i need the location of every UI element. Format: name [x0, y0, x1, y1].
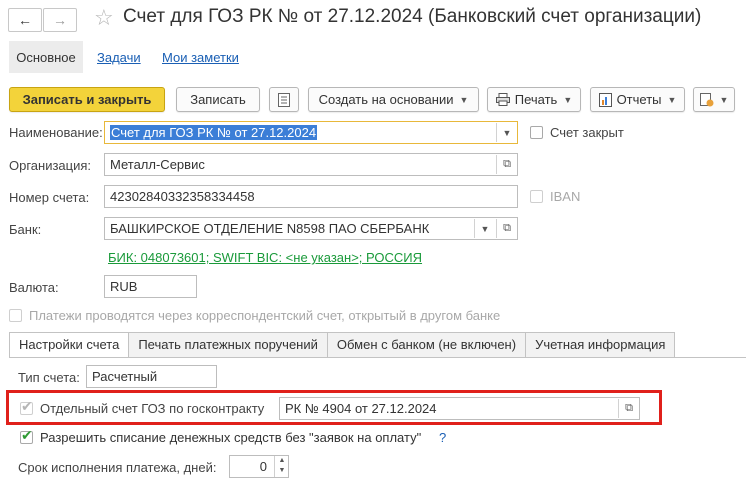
account-type-input[interactable]: Расчетный [86, 365, 217, 388]
account-type-value: Расчетный [92, 369, 158, 384]
name-input[interactable]: Счет для ГОЗ РК № от 27.12.2024 [104, 121, 518, 144]
org-label: Организация: [9, 158, 92, 173]
chevron-down-icon: ▼ [563, 94, 573, 105]
create-based-button[interactable]: Создать на основании ▼ [308, 87, 479, 112]
name-value: Счет для ГОЗ РК № от 27.12.2024 [110, 125, 318, 140]
currency-label: Валюта: [9, 280, 59, 295]
help-icon[interactable]: ? [439, 430, 446, 445]
settings-document-icon [699, 92, 714, 106]
corr-account-label: Платежи проводятся через корреспондентск… [29, 308, 501, 323]
back-button[interactable]: ← [8, 8, 42, 32]
more-actions-button[interactable]: ▼ [693, 87, 735, 112]
list-icon [278, 92, 290, 107]
arrow-right-icon: → [53, 12, 67, 28]
iban-checkbox[interactable] [530, 190, 543, 203]
arrow-left-icon: ← [18, 12, 32, 28]
settings-tabs: Настройки счета Печать платежных поручен… [9, 332, 676, 358]
tab-accounting-info[interactable]: Учетная информация [525, 332, 676, 357]
currency-input[interactable]: RUB [104, 275, 197, 298]
chevron-down-icon: ▼ [502, 127, 512, 138]
window-title: Счет для ГОЗ РК № от 27.12.2024 (Банковс… [123, 6, 702, 27]
name-label: Наименование: [9, 125, 103, 140]
star-icon[interactable]: ☆ [94, 5, 114, 31]
tab-account-settings[interactable]: Настройки счета [9, 332, 130, 358]
tab-print-orders[interactable]: Печать платежных поручений [128, 332, 328, 357]
printer-icon [495, 93, 510, 106]
chevron-down-icon: ▼ [719, 94, 729, 105]
reports-label: Отчеты [616, 92, 662, 107]
org-value: Металл-Сервис [110, 157, 205, 172]
open-form-icon: ⧉ [625, 402, 633, 414]
link-tasks[interactable]: Задачи [97, 50, 141, 65]
bank-label: Банк: [9, 222, 42, 237]
org-open-button[interactable]: ⧉ [496, 155, 517, 174]
goz-open-button[interactable]: ⧉ [618, 399, 639, 418]
link-notes[interactable]: Мои заметки [162, 50, 239, 65]
account-input[interactable]: 42302840332358334458 [104, 185, 518, 208]
goz-contract-value: РК № 4904 от 27.12.2024 [285, 401, 437, 416]
corr-account-checkbox[interactable] [9, 309, 22, 322]
tab-bank-exchange[interactable]: Обмен с банком (не включен) [326, 332, 527, 357]
chevron-down-icon: ▼ [480, 223, 490, 234]
stepper-down-icon[interactable]: ▼ [275, 466, 289, 476]
bank-open-button[interactable]: ⧉ [496, 219, 517, 238]
reports-button[interactable]: Отчеты ▼ [590, 87, 685, 112]
save-button[interactable]: Записать [176, 87, 260, 112]
iban-label: IBAN [550, 189, 581, 204]
checkmark-icon: ✔ [21, 427, 33, 443]
account-closed-label: Счет закрыт [550, 125, 624, 140]
document-list-button[interactable] [269, 87, 299, 112]
bank-input[interactable]: БАШКИРСКОЕ ОТДЕЛЕНИЕ N8598 ПАО СБЕРБАНК [104, 217, 518, 240]
goz-contract-input[interactable]: РК № 4904 от 27.12.2024 [279, 397, 640, 420]
account-closed-checkbox[interactable] [530, 126, 543, 139]
bank-value: БАШКИРСКОЕ ОТДЕЛЕНИЕ N8598 ПАО СБЕРБАНК [110, 221, 430, 236]
forward-button[interactable]: → [43, 8, 77, 32]
tab-main[interactable]: Основное [9, 41, 83, 73]
goz-checkbox[interactable]: ✔ [20, 398, 33, 415]
open-form-icon: ⧉ [503, 158, 511, 170]
allow-writeoff-checkbox[interactable]: ✔ [20, 427, 33, 444]
checkmark-icon: ✔ [21, 398, 33, 414]
chevron-down-icon: ▼ [459, 94, 469, 105]
bank-info-link[interactable]: БИК: 048073601; SWIFT BIC: <не указан>; … [108, 250, 422, 265]
create-based-label: Создать на основании [318, 92, 454, 107]
print-label: Печать [514, 92, 558, 107]
account-type-label: Тип счета: [18, 370, 80, 385]
name-dropdown-button[interactable]: ▼ [496, 123, 517, 142]
term-stepper[interactable]: ▲ ▼ [274, 456, 289, 477]
term-label: Срок исполнения платежа, дней: [18, 460, 217, 475]
tabs-divider [9, 357, 746, 358]
org-input[interactable]: Металл-Сервис [104, 153, 518, 176]
account-value: 42302840332358334458 [110, 189, 255, 204]
allow-writeoff-label: Разрешить списание денежных средств без … [40, 430, 422, 445]
account-label: Номер счета: [9, 190, 90, 205]
bank-dropdown-button[interactable]: ▼ [474, 219, 495, 238]
open-form-icon: ⧉ [503, 222, 511, 234]
print-button[interactable]: Печать ▼ [487, 87, 581, 112]
term-value: 0 [259, 459, 267, 474]
currency-value: RUB [110, 279, 138, 294]
report-icon [598, 92, 612, 107]
save-close-button[interactable]: Записать и закрыть [9, 87, 165, 112]
goz-label: Отдельный счет ГОЗ по госконтракту [40, 401, 265, 416]
chevron-down-icon: ▼ [667, 94, 677, 105]
stepper-up-icon[interactable]: ▲ [275, 456, 289, 466]
